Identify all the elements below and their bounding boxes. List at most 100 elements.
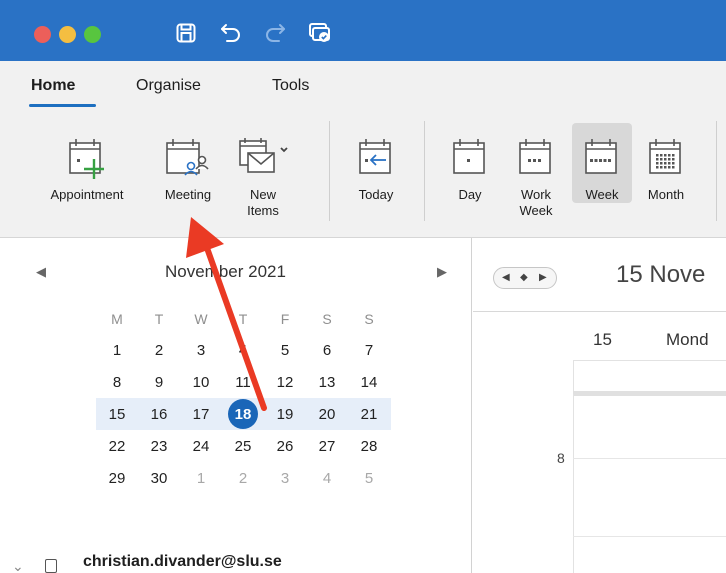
date-navigation: ◀ ◆ ▶	[493, 267, 557, 289]
today-button[interactable]: Today	[340, 129, 412, 203]
day-view-label: Day	[458, 187, 482, 202]
new-items-button[interactable]: New Items	[228, 129, 298, 219]
calendar-day[interactable]: 29	[96, 462, 138, 494]
work-week-label-line1: Work	[520, 187, 552, 202]
appointment-button[interactable]: Appointment	[28, 129, 146, 203]
calendar-day[interactable]: 23	[138, 430, 180, 462]
calendar-day[interactable]: 11	[222, 366, 264, 398]
calendar-day[interactable]: 21	[348, 398, 390, 430]
calendar-day[interactable]: 19	[264, 398, 306, 430]
weekday-header: S	[364, 311, 374, 327]
calendar-day[interactable]: 17	[180, 398, 222, 430]
new-items-label-line1: New	[249, 187, 276, 202]
calendar-day[interactable]: 12	[264, 366, 306, 398]
month-view-label: Month	[647, 187, 685, 202]
zoom-window-button[interactable]	[84, 26, 101, 43]
calendar-day[interactable]: 6	[306, 334, 348, 366]
active-tab-indicator	[29, 104, 96, 107]
mini-calendar-weekday-row: M T W T F S S	[96, 303, 391, 335]
new-items-icon	[232, 129, 294, 181]
calendar-day[interactable]: 13	[306, 366, 348, 398]
previous-period-icon[interactable]: ◀	[502, 272, 510, 283]
tab-organise[interactable]: Organise	[136, 77, 201, 95]
appointment-icon	[66, 129, 108, 181]
minimize-window-button[interactable]	[59, 26, 76, 43]
mini-calendar-week-row: 1 2 3 4 5 6 7	[96, 334, 391, 366]
redo-icon[interactable]	[262, 20, 288, 46]
sync-icon[interactable]	[306, 20, 332, 46]
calendar-day[interactable]: 30	[138, 462, 180, 494]
calendar-day[interactable]: 14	[348, 366, 390, 398]
week-view-label: Week	[585, 187, 619, 202]
next-period-icon[interactable]: ▶	[539, 272, 547, 283]
meeting-icon	[161, 129, 215, 181]
account-row[interactable]: ⌄ christian.divander@slu.se	[0, 550, 472, 573]
new-items-label-line2: Items	[247, 203, 279, 218]
day-column-number: 15	[593, 330, 612, 349]
weekday-header: T	[154, 311, 164, 327]
calendar-day[interactable]: 22	[96, 430, 138, 462]
work-week-view-label: Work Week	[520, 187, 553, 219]
save-icon[interactable]	[173, 20, 199, 46]
calendar-day[interactable]: 1	[96, 334, 138, 366]
week-view-button[interactable]: Week	[572, 123, 632, 203]
work-week-view-button[interactable]: Work Week	[502, 129, 570, 219]
calendar-day-next-month[interactable]: 2	[222, 462, 264, 494]
all-day-events-area[interactable]	[573, 360, 726, 394]
calendar-day[interactable]: 4	[222, 334, 264, 366]
previous-month-icon[interactable]: ◀	[36, 264, 46, 280]
calendar-day-next-month[interactable]: 5	[348, 462, 390, 494]
ribbon: Home Organise Tools Appointment Meeting …	[0, 61, 726, 238]
calendar-day-next-month[interactable]: 4	[306, 462, 348, 494]
calendar-day-next-month[interactable]: 1	[180, 462, 222, 494]
month-view-icon	[646, 129, 686, 181]
week-view-icon	[582, 129, 622, 181]
weekday-header: W	[194, 311, 208, 327]
chevron-down-icon[interactable]: ⌄	[12, 558, 24, 573]
mini-calendar-week-row: 22 23 24 25 26 27 28	[96, 430, 391, 462]
mini-calendar-week-row: 29 30 1 2 3 4 5	[96, 462, 391, 494]
calendar-day[interactable]: 26	[264, 430, 306, 462]
undo-icon[interactable]	[218, 20, 244, 46]
tab-home[interactable]: Home	[31, 77, 75, 95]
calendar-day[interactable]: 9	[138, 366, 180, 398]
ribbon-separator	[329, 121, 330, 221]
date-range-title: 15 Nove	[616, 261, 706, 288]
calendar-day[interactable]: 24	[180, 430, 222, 462]
calendar-day-next-month[interactable]: 3	[264, 462, 306, 494]
calendar-day[interactable]: 28	[348, 430, 390, 462]
weekday-header: S	[322, 311, 332, 327]
today-marker: 18	[228, 399, 258, 429]
calendar-day[interactable]: 20	[306, 398, 348, 430]
today-icon	[356, 129, 396, 181]
today-label: Today	[358, 187, 394, 202]
close-window-button[interactable]	[34, 26, 51, 43]
day-column-name: Mond	[666, 330, 709, 349]
calendar-day[interactable]: 15	[96, 398, 138, 430]
calendar-day[interactable]: 7	[348, 334, 390, 366]
calendar-day[interactable]: 27	[306, 430, 348, 462]
month-view-button[interactable]: Month	[634, 129, 698, 203]
calendar-day[interactable]: 10	[180, 366, 222, 398]
tab-tools[interactable]: Tools	[272, 77, 309, 95]
weekday-header: T	[238, 311, 248, 327]
title-bar	[0, 0, 726, 61]
checkbox[interactable]	[45, 559, 57, 573]
meeting-button[interactable]: Meeting	[150, 129, 226, 203]
hour-label: 8	[557, 450, 565, 466]
calendar-day[interactable]: 16	[138, 398, 180, 430]
calendar-day[interactable]: 25	[222, 430, 264, 462]
calendar-day[interactable]: 3	[180, 334, 222, 366]
calendar-day-today[interactable]: 18	[222, 398, 264, 430]
all-day-divider	[573, 391, 726, 396]
day-view-icon	[450, 129, 490, 181]
go-to-today-icon[interactable]: ◆	[520, 272, 528, 283]
time-column-divider	[573, 394, 574, 573]
mini-calendar-week-row: 8 9 10 11 12 13 14	[96, 366, 391, 398]
day-view-button[interactable]: Day	[444, 129, 496, 203]
calendar-day[interactable]: 8	[96, 366, 138, 398]
calendar-day[interactable]: 5	[264, 334, 306, 366]
next-month-icon[interactable]: ▶	[437, 264, 447, 280]
mini-calendar-current-week-row: 15 16 17 18 19 20 21	[96, 398, 391, 430]
calendar-day[interactable]: 2	[138, 334, 180, 366]
